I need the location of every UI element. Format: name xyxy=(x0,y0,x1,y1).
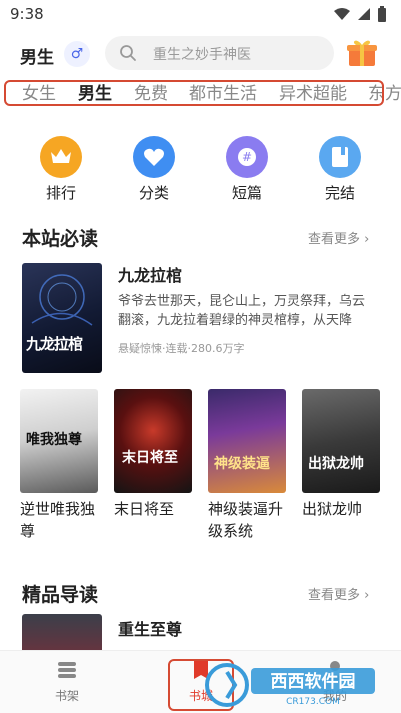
book-cover: 出狱龙帅 xyxy=(302,389,380,493)
battery-icon xyxy=(378,6,386,22)
see-more-link[interactable]: 查看更多 › xyxy=(308,584,369,603)
book-title: 逆世唯我独尊 xyxy=(20,500,96,540)
see-more-link[interactable]: 查看更多 › xyxy=(308,228,369,247)
featured-book-title[interactable]: 九龙拉棺 xyxy=(118,262,182,286)
heart-icon xyxy=(133,136,175,178)
featured-book-description: 爷爷去世那天，昆仑山上，万灵祭拜，乌云翻滚，九龙拉着碧绿的神灵棺椁，从天降 xyxy=(118,294,366,328)
recommend-book-title[interactable]: 重生至尊 xyxy=(118,616,182,640)
status-bar: 9:38 xyxy=(0,0,401,28)
book-cover: 神级装逼 xyxy=(208,389,286,493)
category-completed[interactable]: 完结 xyxy=(305,136,375,203)
category-classify[interactable]: 分类 xyxy=(119,136,189,203)
tabs-highlight-box xyxy=(4,80,384,106)
nav-label: 书架 xyxy=(54,689,79,703)
male-symbol-icon[interactable]: ♂ xyxy=(64,41,90,67)
category-label: 排行 xyxy=(45,184,76,202)
category-label: 完结 xyxy=(324,184,355,202)
bookshelf-icon xyxy=(58,662,76,678)
category-short[interactable]: # 短篇 xyxy=(212,136,282,203)
book-card[interactable]: 唯我独尊 逆世唯我独尊 xyxy=(20,389,100,542)
wifi-icon xyxy=(334,8,350,20)
featured-book-meta: 悬疑惊悚·连载·280.6万字 xyxy=(118,342,245,355)
featured-cover-text: 九龙拉棺 xyxy=(26,335,83,353)
book-title: 末日将至 xyxy=(114,500,175,518)
category-ranking[interactable]: 排行 xyxy=(26,136,96,203)
section-title-recommend: 精品导读 xyxy=(22,584,99,606)
svg-text:CR173.COM: CR173.COM xyxy=(286,697,340,707)
status-time: 9:38 xyxy=(10,5,44,23)
watermark-logo: 西西软件园 CR173.COM xyxy=(205,662,381,708)
search-input[interactable]: 重生之妙手神医 xyxy=(105,36,334,70)
search-placeholder: 重生之妙手神医 xyxy=(153,47,251,63)
book-title: 神级装逼升级系统 xyxy=(208,500,284,540)
book-cover-text: 末日将至 xyxy=(122,450,178,466)
svg-text:西西软件园: 西西软件园 xyxy=(271,671,356,692)
book-cover-text: 出狱龙帅 xyxy=(308,456,364,472)
book-card[interactable]: 出狱龙帅 出狱龙帅 xyxy=(302,389,382,520)
book-icon xyxy=(319,136,361,178)
category-label: 分类 xyxy=(138,184,169,202)
gift-icon[interactable] xyxy=(346,38,378,68)
nav-bookshelf[interactable]: 书架 xyxy=(37,659,97,704)
signal-icon xyxy=(358,8,370,20)
svg-text:#: # xyxy=(242,150,252,164)
category-label: 短篇 xyxy=(231,184,262,202)
book-cover-text: 神级装逼 xyxy=(214,456,270,472)
book-card[interactable]: 神级装逼 神级装逼升级系统 xyxy=(208,389,288,542)
book-cover: 唯我独尊 xyxy=(20,389,98,493)
hash-icon: # xyxy=(226,136,268,178)
book-cover: 末日将至 xyxy=(114,389,192,493)
status-icons xyxy=(333,6,387,22)
section-title-must-read: 本站必读 xyxy=(22,228,99,250)
book-cover-text: 唯我独尊 xyxy=(26,432,82,448)
search-icon xyxy=(120,45,136,61)
book-card[interactable]: 末日将至 末日将至 xyxy=(114,389,194,520)
book-title: 出狱龙帅 xyxy=(302,500,363,518)
header: 男生 ♂ 重生之妙手神医 xyxy=(0,34,401,74)
featured-book-cover[interactable]: 九龙拉棺 xyxy=(22,263,102,373)
crown-icon xyxy=(40,136,82,178)
gender-title[interactable]: 男生 xyxy=(20,43,54,68)
